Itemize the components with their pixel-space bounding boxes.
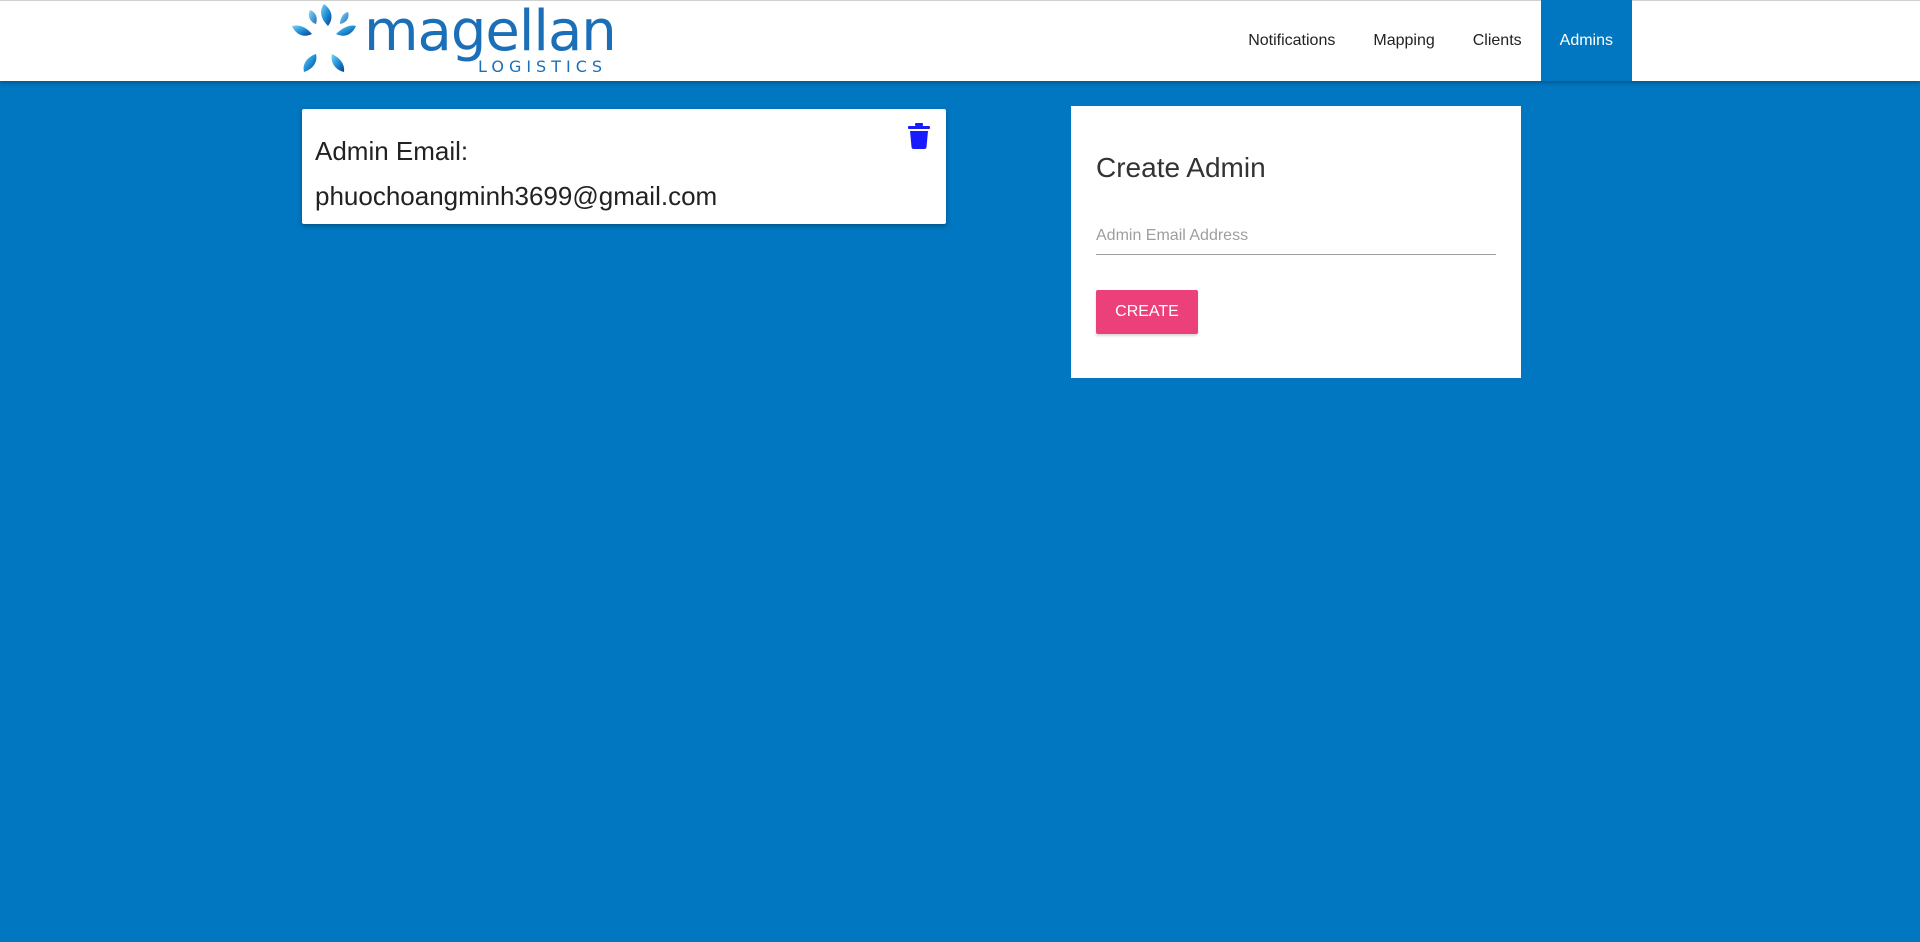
nav-item-clients[interactable]: Clients bbox=[1454, 0, 1541, 81]
logo-star-icon bbox=[292, 4, 356, 72]
brand-name: magellan bbox=[364, 0, 617, 64]
admin-card: Admin Email: phuochoangminh3699@gmail.co… bbox=[302, 109, 946, 224]
admin-email-input[interactable] bbox=[1096, 218, 1496, 255]
nav-item-notifications[interactable]: Notifications bbox=[1229, 0, 1354, 81]
create-admin-title: Create Admin bbox=[1096, 152, 1266, 183]
trash-icon[interactable] bbox=[908, 123, 930, 149]
create-button[interactable]: CREATE bbox=[1096, 290, 1198, 334]
brand-subtitle: LOGISTICS bbox=[478, 57, 608, 76]
admin-email-label: Admin Email: bbox=[315, 136, 469, 166]
nav-item-mapping[interactable]: Mapping bbox=[1354, 0, 1453, 81]
app-header: magellan LOGISTICS Notifications Mapping… bbox=[0, 0, 1920, 81]
main-nav: Notifications Mapping Clients Admins bbox=[1229, 0, 1632, 81]
nav-item-admins[interactable]: Admins bbox=[1540, 0, 1632, 81]
create-admin-panel: Create Admin CREATE bbox=[1071, 106, 1521, 378]
admin-email-value: phuochoangminh3699@gmail.com bbox=[315, 181, 718, 211]
brand-logo[interactable]: magellan LOGISTICS bbox=[288, 2, 617, 78]
